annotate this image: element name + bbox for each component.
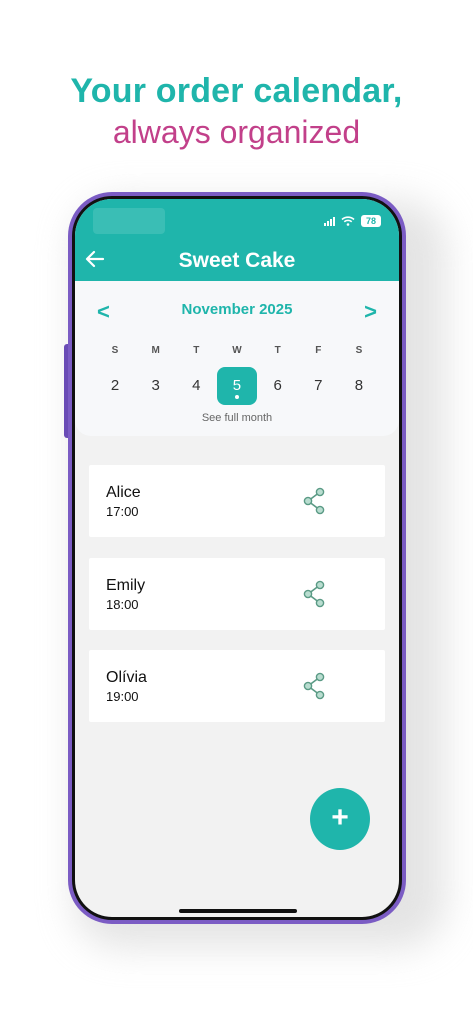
month-label: November 2025 [181, 301, 293, 318]
week-calendar: < November 2025 > S M T W T F S 2 3 4 5 … [75, 281, 399, 436]
share-icon[interactable] [301, 580, 327, 608]
order-customer-name: Emily [106, 577, 146, 594]
share-icon[interactable] [301, 487, 327, 515]
calendar-day-selected[interactable]: 5 [216, 367, 257, 405]
calendar-day[interactable]: 7 [298, 367, 338, 405]
weekday-label: S [111, 345, 119, 356]
calendar-day[interactable]: 4 [176, 367, 216, 405]
app-header: 78 Sweet Cake [75, 199, 399, 281]
status-bar: 78 [324, 215, 381, 227]
phone-frame: 78 Sweet Cake < November 2025 > S M T W … [68, 192, 406, 924]
calendar-day[interactable]: 8 [339, 367, 379, 405]
calendar-day[interactable]: 6 [258, 367, 298, 405]
weekday-label: T [274, 345, 281, 356]
order-card[interactable]: Alice 17:00 [89, 465, 385, 537]
next-month-button[interactable]: > [364, 299, 377, 325]
home-indicator [179, 909, 297, 913]
calendar-day[interactable]: 2 [95, 367, 135, 405]
wifi-icon [341, 216, 355, 226]
page-title: Sweet Cake [178, 249, 296, 272]
order-customer-name: Alice [106, 484, 141, 501]
has-orders-dot [234, 395, 239, 399]
share-icon[interactable] [301, 672, 327, 700]
phone-bezel: 78 Sweet Cake < November 2025 > S M T W … [72, 196, 402, 920]
weekday-header: S M T W T F S [95, 345, 379, 356]
weekday-label: S [355, 345, 363, 356]
calendar-day[interactable]: 3 [136, 367, 176, 405]
battery-icon: 78 [361, 215, 381, 227]
order-time: 19:00 [106, 689, 139, 704]
promo-headline: Your order calendar, [70, 72, 403, 110]
order-card[interactable]: Olívia 19:00 [89, 650, 385, 722]
order-time: 18:00 [106, 597, 139, 612]
status-bar-left [93, 208, 165, 234]
order-customer-name: Olívia [106, 669, 147, 686]
order-time: 17:00 [106, 504, 139, 519]
see-full-month-link[interactable]: See full month [75, 412, 399, 424]
selected-day-number: 5 [232, 377, 242, 394]
day-row: 2 3 4 5 6 7 8 [95, 367, 379, 405]
order-card[interactable]: Emily 18:00 [89, 558, 385, 630]
weekday-label: T [193, 345, 200, 356]
weekday-label: F [315, 345, 322, 356]
signal-icon [324, 216, 335, 226]
weekday-label: M [151, 345, 160, 356]
weekday-label: W [232, 345, 242, 356]
app-screen: 78 Sweet Cake < November 2025 > S M T W … [75, 199, 399, 917]
promo-subheadline: always organized [112, 114, 361, 150]
add-order-button[interactable]: + [310, 788, 370, 850]
